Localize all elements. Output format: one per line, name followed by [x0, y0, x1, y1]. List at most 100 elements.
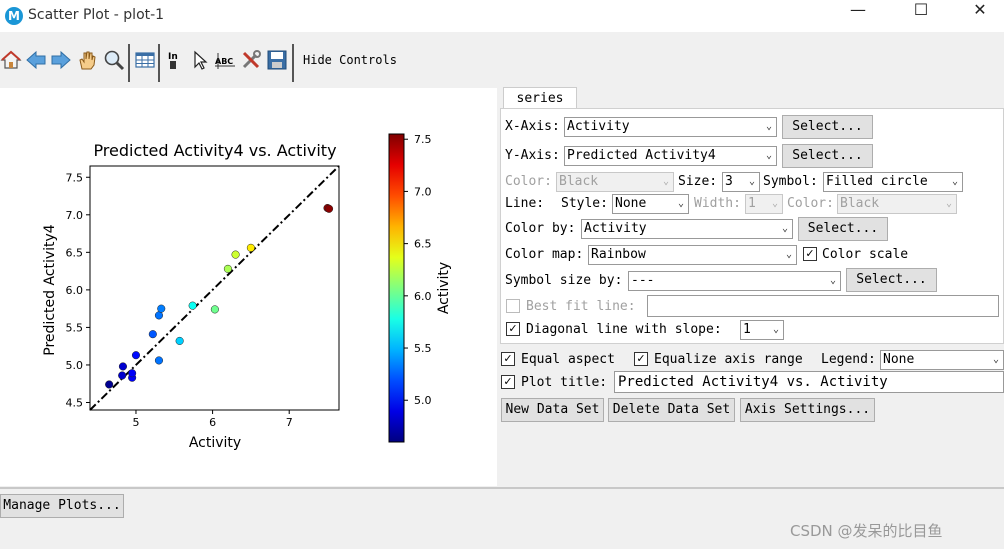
data-point: [148, 330, 157, 339]
maximize-button[interactable]: ☐: [898, 0, 944, 32]
diagonal-label: Diagonal line with slope:: [526, 322, 722, 337]
diagonal-checkbox[interactable]: ✓: [506, 322, 520, 336]
watermark: CSDN @发呆的比目鱼: [790, 522, 943, 540]
data-point: [188, 301, 197, 310]
y-axis-select[interactable]: Predicted Activity4 ⌄: [564, 146, 777, 166]
colorbar-tick-label: 5.0: [414, 394, 432, 407]
size-label: Size:: [678, 174, 718, 189]
colorbar: [388, 133, 405, 443]
data-point: [324, 204, 334, 213]
delete-data-set-button[interactable]: Delete Data Set: [608, 398, 735, 422]
size-select[interactable]: 3 ⌄: [722, 172, 760, 192]
equalize-axis-label: Equalize axis range: [654, 352, 803, 367]
data-point: [246, 243, 255, 252]
tools-icon[interactable]: [240, 49, 262, 71]
toolbar-separator: [128, 44, 130, 82]
x-axis-label-text: X-Axis:: [505, 119, 560, 134]
data-cursor-icon[interactable]: In: [164, 49, 186, 71]
plot-title-field[interactable]: Predicted Activity4 vs. Activity: [614, 371, 1004, 393]
home-icon[interactable]: [0, 49, 22, 71]
data-point: [154, 311, 164, 320]
data-point: [118, 362, 127, 371]
line-style-label: Style:: [561, 196, 608, 211]
best-fit-field[interactable]: [647, 295, 999, 317]
colorbar-tick-label: 6.5: [414, 238, 432, 251]
data-point: [105, 380, 114, 389]
line-color-select: Black ⌄: [837, 194, 957, 214]
color-scale-label: Color scale: [822, 247, 909, 262]
plot-title-checkbox[interactable]: ✓: [501, 375, 515, 389]
axis-settings-button[interactable]: Axis Settings...: [740, 398, 875, 422]
colorbar-tick-label: 5.5: [414, 342, 432, 355]
color-map-label: Color map:: [505, 247, 584, 262]
back-arrow-icon[interactable]: [25, 49, 47, 71]
y-tick-label: 4.5: [66, 396, 84, 409]
best-fit-checkbox: [506, 299, 520, 313]
data-point: [231, 250, 240, 259]
line-color-label: Color:: [787, 196, 834, 211]
x-axis-select-button[interactable]: Select...: [782, 115, 873, 139]
diagonal-slope-select[interactable]: 1 ⌄: [740, 320, 784, 340]
hide-controls-button[interactable]: Hide Controls: [303, 53, 397, 67]
tab-series[interactable]: series: [503, 87, 577, 110]
equal-aspect-checkbox[interactable]: ✓: [501, 352, 515, 366]
y-tick-label: 5.5: [66, 321, 84, 334]
color-map-select[interactable]: Rainbow ⌄: [588, 245, 797, 265]
pan-hand-icon[interactable]: [76, 49, 98, 71]
table-icon[interactable]: [134, 49, 156, 71]
symbol-size-select-button[interactable]: Select...: [846, 268, 937, 292]
save-icon[interactable]: [266, 49, 288, 71]
line-width-select: 1 ⌄: [745, 194, 783, 214]
symbol-size-select[interactable]: --- ⌄: [628, 271, 841, 291]
select-pointer-icon[interactable]: [189, 49, 211, 71]
close-button[interactable]: ✕: [957, 0, 1003, 32]
new-data-set-button[interactable]: New Data Set: [501, 398, 604, 422]
y-axis-label-text: Y-Axis:: [505, 148, 560, 163]
x-tick-label: 6: [209, 416, 216, 429]
manage-plots-button[interactable]: Manage Plots...: [0, 494, 124, 518]
legend-select[interactable]: None ⌄: [880, 350, 1004, 370]
data-point: [118, 371, 127, 380]
divider: [0, 487, 1004, 489]
plot-title-label: Plot title:: [521, 375, 608, 390]
line-width-label: Width:: [694, 196, 741, 211]
toolbar-separator: [292, 44, 294, 82]
zoom-icon[interactable]: [103, 49, 125, 71]
colorbar-label: Activity: [436, 262, 452, 314]
color-scale-checkbox[interactable]: ✓: [803, 247, 817, 261]
colorbar-tick-label: 7.0: [414, 185, 432, 198]
best-fit-label: Best fit line:: [526, 299, 636, 314]
symbol-select[interactable]: Filled circle ⌄: [823, 172, 963, 192]
y-tick-label: 5.0: [66, 359, 84, 372]
y-axis-select-button[interactable]: Select...: [782, 144, 873, 168]
toolbar-separator: [158, 44, 160, 82]
line-label: Line:: [505, 196, 545, 211]
y-tick-label: 6.5: [66, 246, 84, 259]
text-label-icon[interactable]: ABC: [214, 49, 236, 71]
y-tick-label: 6.0: [66, 284, 84, 297]
color-select: Black ⌄: [556, 172, 674, 192]
data-point: [223, 264, 232, 273]
window-title: Scatter Plot - plot-1: [28, 7, 165, 23]
forward-arrow-icon[interactable]: [50, 49, 72, 71]
chart-title: Predicted Activity4 vs. Activity: [93, 141, 336, 160]
color-by-label: Color by:: [505, 221, 576, 236]
app-logo-icon: M: [5, 7, 23, 25]
colorbar-tick-label: 6.0: [414, 290, 432, 303]
color-label: Color:: [505, 174, 552, 189]
scatter-chart[interactable]: Predicted Activity4 vs. Activity Activit…: [0, 88, 497, 486]
line-style-select[interactable]: None ⌄: [612, 194, 689, 214]
equal-aspect-label: Equal aspect: [521, 352, 615, 367]
equalize-axis-checkbox[interactable]: ✓: [634, 352, 648, 366]
y-axis-label: Predicted Activity4: [42, 224, 58, 356]
data-point: [131, 351, 141, 360]
x-tick-label: 5: [132, 416, 139, 429]
svg-text:In: In: [168, 52, 178, 62]
x-axis-select[interactable]: Activity ⌄: [564, 117, 777, 137]
colorbar-tick-label: 7.5: [414, 133, 432, 146]
color-by-select-button[interactable]: Select...: [798, 217, 888, 241]
color-by-select[interactable]: Activity ⌄: [581, 219, 793, 239]
y-tick-label: 7.5: [66, 171, 84, 184]
minimize-button[interactable]: —: [835, 0, 881, 32]
y-tick-label: 7.0: [66, 209, 84, 222]
